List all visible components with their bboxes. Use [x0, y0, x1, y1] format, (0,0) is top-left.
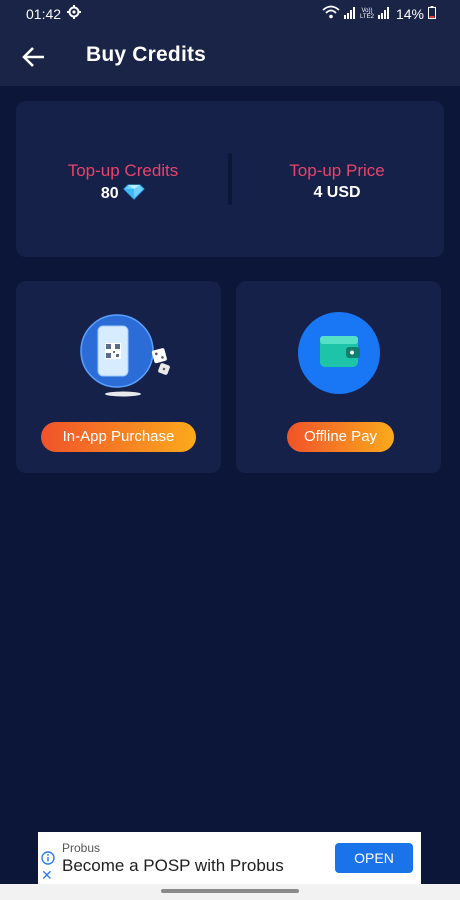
offline-pay-card[interactable]: Offline Pay [236, 281, 441, 473]
gesture-handle[interactable] [161, 889, 299, 893]
ad-open-button[interactable]: OPEN [335, 843, 413, 873]
credits-value-row: 80 [16, 184, 230, 205]
status-time: 01:42 [26, 5, 62, 22]
price-label: Top-up Price [289, 161, 385, 180]
credits-value: 80 [100, 185, 119, 202]
price-value: 4 USD [313, 184, 361, 201]
network-tag: Vo)) LTE2 [360, 7, 374, 20]
arrow-left-icon [22, 47, 44, 67]
signal-icon [377, 6, 390, 22]
system-nav-bar [0, 884, 460, 900]
ad-brand: Probus [62, 841, 101, 855]
battery-percent: 14% [395, 5, 424, 22]
topup-summary-card: Top-up Credits 80 Top-up Price 4 USD [16, 101, 444, 257]
wifi-icon [322, 5, 340, 22]
battery-icon [428, 5, 436, 22]
info-icon[interactable] [41, 851, 55, 865]
page-title: Buy Credits [86, 43, 207, 66]
credits-label: Top-up Credits [67, 161, 179, 180]
status-bar: 01:42 Vo)) LTE2 14% [0, 0, 460, 28]
settings-gear-icon [67, 5, 82, 22]
back-button[interactable] [20, 44, 48, 70]
close-icon[interactable]: ✕ [41, 868, 53, 882]
status-left: 01:42 [26, 5, 82, 22]
credits-column: Top-up Credits 80 [16, 161, 230, 205]
offline-pay-button[interactable]: Offline Pay [287, 422, 394, 452]
signal-icon [343, 6, 356, 22]
phone-qr-code-icon [80, 314, 170, 397]
app-bar: Buy Credits [0, 28, 460, 86]
ad-headline[interactable]: Become a POSP with Probus [62, 856, 284, 876]
ad-banner[interactable]: ✕ Probus Become a POSP with Probus OPEN [38, 832, 421, 884]
in-app-purchase-card[interactable]: In-App Purchase [16, 281, 221, 473]
status-right: Vo)) LTE2 14% [322, 5, 436, 22]
diamond-icon [123, 184, 145, 205]
wallet-icon [298, 312, 380, 394]
price-column: Top-up Price 4 USD [230, 161, 444, 202]
in-app-purchase-button[interactable]: In-App Purchase [41, 422, 196, 452]
